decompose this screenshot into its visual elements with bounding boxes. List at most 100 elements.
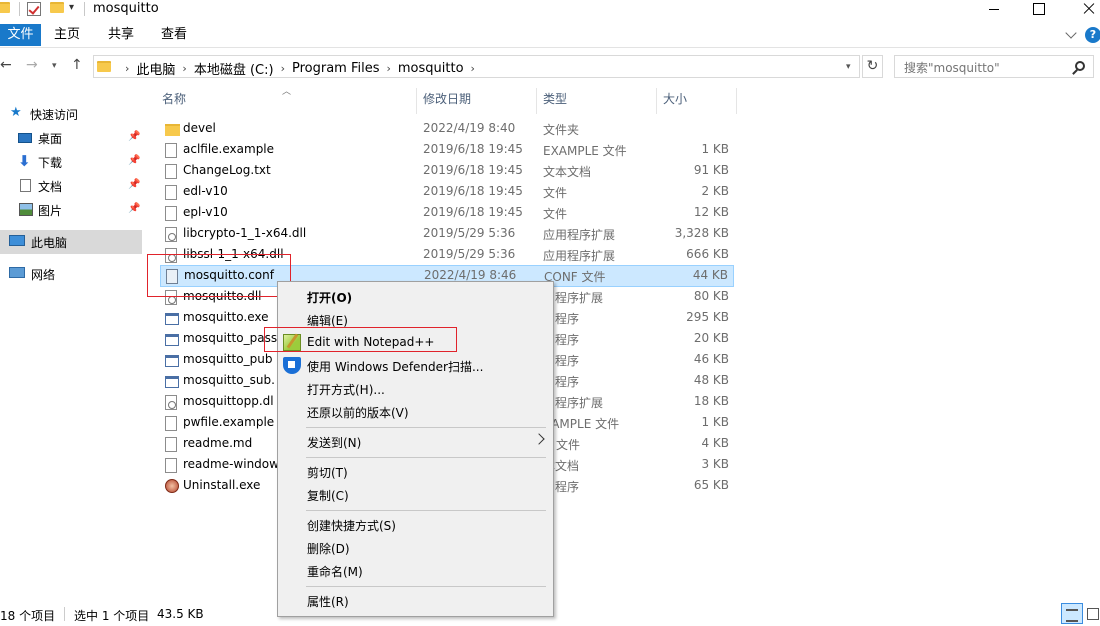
search-icon[interactable] bbox=[1075, 61, 1085, 71]
menu-item-create-shortcut[interactable]: 创建快捷方式(S) bbox=[280, 514, 551, 536]
computer-icon bbox=[9, 235, 25, 246]
file-row-devel[interactable]: devel 2022/4/19 8:40 文件夹 bbox=[160, 119, 734, 140]
toolbar-divider bbox=[84, 2, 85, 16]
menu-item-restore-versions[interactable]: 还原以前的版本(V) bbox=[280, 401, 551, 423]
file-icon bbox=[165, 185, 177, 200]
column-divider[interactable] bbox=[416, 88, 417, 114]
expand-ribbon-icon[interactable] bbox=[1065, 27, 1077, 39]
new-folder-quick-icon[interactable] bbox=[50, 2, 64, 16]
menu-item-cut[interactable]: 剪切(T) bbox=[280, 461, 551, 483]
refresh-button[interactable]: ↻ bbox=[862, 55, 883, 78]
address-history-dropdown-icon[interactable]: ▾ bbox=[846, 62, 851, 72]
file-size: 20 KB bbox=[693, 331, 729, 345]
selection-count: 选中 1 个项目 bbox=[74, 609, 150, 623]
large-icons-view-icon[interactable] bbox=[1085, 603, 1100, 624]
menu-item-copy[interactable]: 复制(C) bbox=[280, 484, 551, 506]
file-row-changelog[interactable]: ChangeLog.txt 2019/6/18 19:45 文本文档 91 KB bbox=[160, 161, 734, 182]
column-divider[interactable] bbox=[536, 88, 537, 114]
file-row-epl-v10[interactable]: epl-v10 2019/6/18 19:45 文件 12 KB bbox=[160, 203, 734, 224]
file-size: 3,328 KB bbox=[674, 226, 729, 240]
menu-item-rename[interactable]: 重命名(M) bbox=[280, 560, 551, 582]
navigation-bar: ← → ▾ ↑ › 此电脑 › 本地磁盘 (C:) › Program File… bbox=[0, 54, 1100, 80]
sidebar-item-documents[interactable]: 文档 📌 bbox=[0, 174, 142, 198]
file-size: 44 KB bbox=[692, 268, 728, 282]
file-type: 应用程序扩展 bbox=[543, 249, 616, 263]
file-row-libcrypto[interactable]: libcrypto-1_1-x64.dll 2019/5/29 5:36 应用程序扩… bbox=[160, 224, 734, 245]
column-divider[interactable] bbox=[656, 88, 657, 114]
breadcrumb-mosquitto[interactable]: mosquitto bbox=[398, 61, 464, 76]
breadcrumb-separator-icon[interactable]: › bbox=[125, 62, 129, 75]
tab-share[interactable]: 共享 bbox=[108, 24, 134, 46]
maximize-button[interactable] bbox=[1016, 0, 1062, 20]
file-name: mosquitto_pass bbox=[183, 331, 278, 345]
exe-icon bbox=[165, 313, 179, 325]
breadcrumb-separator-icon[interactable]: › bbox=[386, 62, 390, 75]
pin-icon: 📌 bbox=[128, 203, 141, 214]
file-row-edl-v10[interactable]: edl-v10 2019/6/18 19:45 文件 2 KB bbox=[160, 182, 734, 203]
tab-home[interactable]: 主页 bbox=[54, 24, 80, 46]
sidebar-item-downloads[interactable]: ⬇ 下载 📌 bbox=[0, 150, 142, 174]
sidebar-item-desktop[interactable]: 桌面 📌 bbox=[0, 126, 142, 150]
tab-file[interactable]: 文件 bbox=[0, 24, 41, 46]
file-date: 2019/6/18 19:45 bbox=[423, 142, 523, 156]
text-file-icon bbox=[165, 458, 177, 473]
menu-separator bbox=[306, 586, 546, 587]
file-date: 2022/4/19 8:46 bbox=[424, 268, 517, 282]
file-name: devel bbox=[183, 121, 216, 135]
recent-locations-dropdown-icon[interactable]: ▾ bbox=[52, 61, 57, 71]
menu-item-send-to[interactable]: 发送到(N) bbox=[280, 431, 551, 453]
breadcrumb-separator-icon[interactable]: › bbox=[182, 62, 186, 75]
breadcrumb-program-files[interactable]: Program Files bbox=[292, 61, 380, 76]
tab-view[interactable]: 查看 bbox=[161, 24, 187, 46]
file-name: Uninstall.exe bbox=[183, 478, 261, 492]
up-arrow-icon[interactable]: ↑ bbox=[71, 57, 83, 73]
menu-separator bbox=[306, 510, 546, 511]
column-header-date[interactable]: 修改日期 bbox=[423, 90, 471, 112]
sidebar-item-label: 快速访问 bbox=[30, 108, 79, 122]
breadcrumb-separator-icon[interactable]: › bbox=[471, 62, 475, 75]
file-date: 2019/5/29 5:36 bbox=[423, 247, 516, 261]
breadcrumb-this-pc[interactable]: 此电脑 bbox=[136, 59, 175, 78]
back-arrow-icon[interactable]: ← bbox=[0, 57, 12, 73]
star-icon: ★ bbox=[10, 105, 22, 120]
customize-dropdown-icon[interactable]: ▾ bbox=[69, 2, 74, 13]
menu-item-open[interactable]: 打开(O) bbox=[280, 286, 551, 308]
column-divider[interactable] bbox=[736, 88, 737, 114]
breadcrumb-local-disk[interactable]: 本地磁盘 (C:) bbox=[194, 59, 274, 78]
file-size: 295 KB bbox=[686, 310, 729, 324]
close-button[interactable] bbox=[1062, 0, 1100, 20]
menu-item-open-with[interactable]: 打开方式(H)... bbox=[280, 378, 551, 400]
file-row-aclfile-example[interactable]: aclfile.example 2019/6/18 19:45 EXAMPLE 文件… bbox=[160, 140, 734, 161]
minimize-button[interactable] bbox=[972, 0, 1018, 20]
sidebar-item-network[interactable]: 网络 bbox=[0, 262, 142, 286]
help-icon[interactable]: ? bbox=[1085, 27, 1100, 43]
sidebar-item-pictures[interactable]: 图片 📌 bbox=[0, 198, 142, 222]
breadcrumb-separator-icon[interactable]: › bbox=[281, 62, 285, 75]
file-date: 2019/6/18 19:45 bbox=[423, 205, 523, 219]
file-date: 2019/6/18 19:45 bbox=[423, 184, 523, 198]
menu-item-label: 打开(O) bbox=[307, 291, 353, 305]
column-header-size[interactable]: 大小 bbox=[663, 90, 687, 112]
menu-item-defender-scan[interactable]: 使用 Windows Defender扫描... bbox=[280, 355, 551, 377]
address-bar[interactable]: › 此电脑 › 本地磁盘 (C:) › Program Files › mosq… bbox=[93, 55, 860, 78]
details-view-icon[interactable] bbox=[1061, 603, 1083, 624]
pin-icon: 📌 bbox=[128, 155, 141, 166]
annotation-highlight-menu-item bbox=[264, 327, 457, 352]
file-size: 18 KB bbox=[693, 394, 729, 408]
sidebar-item-quick-access[interactable]: ★ 快速访问 bbox=[0, 102, 142, 126]
dll-icon bbox=[165, 395, 177, 410]
file-size: 46 KB bbox=[693, 352, 729, 366]
network-icon bbox=[9, 267, 25, 278]
menu-item-delete[interactable]: 删除(D) bbox=[280, 537, 551, 559]
file-name: ChangeLog.txt bbox=[183, 163, 271, 177]
column-header-name[interactable]: 名称 bbox=[162, 90, 186, 112]
sidebar-item-this-pc[interactable]: 此电脑 bbox=[0, 230, 142, 254]
properties-quick-icon[interactable] bbox=[27, 2, 41, 16]
toolbar-divider bbox=[19, 2, 20, 16]
search-input[interactable] bbox=[894, 55, 1094, 78]
column-header-type[interactable]: 类型 bbox=[543, 90, 567, 112]
menu-item-label: 使用 Windows Defender扫描... bbox=[307, 360, 484, 374]
menu-item-label: 打开方式(H)... bbox=[307, 383, 385, 397]
selection-size: 43.5 KB bbox=[157, 607, 204, 621]
forward-arrow-icon[interactable]: → bbox=[26, 57, 38, 73]
